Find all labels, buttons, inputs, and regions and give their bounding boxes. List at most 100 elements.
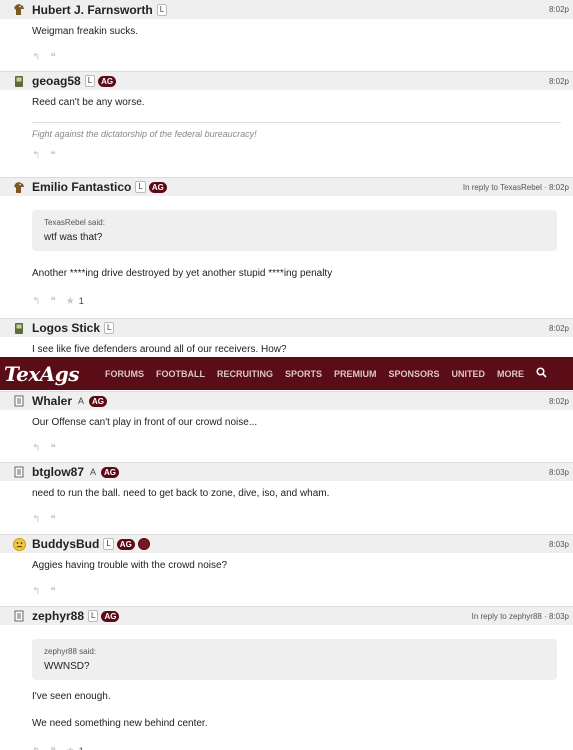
nav-united[interactable]: UNITED: [452, 369, 486, 379]
nav-recruiting[interactable]: RECRUITING: [217, 369, 273, 379]
post-time[interactable]: In reply to TexasRebel · 8:02p: [463, 183, 569, 192]
username[interactable]: BuddysBud: [32, 537, 99, 551]
badge-l: L: [104, 322, 115, 334]
badge-ag: AG: [98, 75, 117, 87]
post: zephyr88 L AG In reply to zephyr88 · 8:0…: [0, 606, 573, 750]
quote-icon[interactable]: ❝: [50, 150, 55, 161]
badge-l: L: [84, 75, 96, 87]
smiley-icon[interactable]: [12, 537, 26, 551]
post-actions: ↰ ❝: [32, 583, 561, 599]
post-actions: ↰ ❝ ★ 1: [32, 293, 561, 309]
post-header: Logos Stick L 8:02p: [0, 318, 573, 337]
post-text: Our Offense can't play in front of our c…: [32, 417, 258, 428]
reply-icon[interactable]: ↰: [32, 586, 40, 597]
quote-text: WWNSD?: [44, 661, 90, 672]
site-logo[interactable]: TexAgs: [0, 362, 105, 386]
badge-l: L: [135, 181, 146, 193]
post-time[interactable]: 8:02p: [549, 5, 569, 14]
horse-icon[interactable]: [12, 3, 26, 17]
post-time[interactable]: 8:03p: [549, 540, 569, 549]
badge-l: L: [88, 610, 99, 622]
signature: Fight against the dictatorship of the fe…: [32, 129, 257, 139]
username[interactable]: geoag58: [32, 74, 81, 88]
reply-icon[interactable]: ↰: [32, 443, 40, 454]
reply-icon[interactable]: ↰: [32, 746, 40, 750]
post-text: need to run the ball. need to get back t…: [32, 488, 330, 499]
post: btglow87 A AG 8:03p need to run the ball…: [0, 462, 573, 534]
quote-icon[interactable]: ❝: [50, 586, 55, 597]
quote-icon[interactable]: ❝: [50, 746, 55, 750]
quote-text: wtf was that?: [44, 232, 103, 243]
username[interactable]: Logos Stick: [32, 321, 100, 335]
nav-forums[interactable]: FORUMS: [105, 369, 144, 379]
post-time[interactable]: 8:02p: [549, 324, 569, 333]
signature-divider: [32, 122, 561, 123]
phone-icon[interactable]: [12, 321, 26, 335]
post-actions: ↰ ❝: [32, 440, 561, 456]
quote-author[interactable]: TexasRebel said:: [44, 218, 545, 228]
badge-a: A: [78, 396, 85, 406]
username[interactable]: btglow87: [32, 465, 84, 479]
nav-sports[interactable]: SPORTS: [285, 369, 322, 379]
badge-ag: AG: [89, 395, 108, 407]
username[interactable]: Hubert J. Farnsworth: [32, 3, 153, 17]
post-time[interactable]: 8:02p: [549, 397, 569, 406]
post-text: I see like five defenders around all of …: [32, 344, 287, 355]
star-icon[interactable]: ★: [66, 746, 75, 750]
post-header: geoag58 L AG 8:02p: [0, 71, 573, 90]
post-time[interactable]: 8:03p: [549, 468, 569, 477]
post: Logos Stick L 8:02p I see like five defe…: [0, 318, 573, 358]
star-count: 1: [78, 296, 84, 306]
badge-l: L: [156, 3, 168, 16]
phone-icon[interactable]: [12, 74, 26, 88]
post-header: Whaler A AG 8:02p: [0, 391, 573, 410]
username[interactable]: Whaler: [32, 394, 72, 408]
post: Emilio Fantastico L AG In reply to Texas…: [0, 177, 573, 318]
badge-ag: AG: [101, 610, 120, 622]
horse-icon[interactable]: [12, 180, 26, 194]
post-header: Emilio Fantastico L AG In reply to Texas…: [0, 177, 573, 196]
nav-sponsors[interactable]: SPONSORS: [389, 369, 440, 379]
badge-l: L: [103, 538, 114, 550]
reply-icon[interactable]: ↰: [32, 150, 40, 161]
star-count: 1: [79, 746, 84, 750]
star-icon[interactable]: ★: [66, 296, 75, 307]
post-text-2: We need something new behind center.: [32, 718, 208, 729]
quote-author[interactable]: zephyr88 said:: [44, 647, 545, 657]
badge-ag: AG: [101, 466, 120, 478]
doc-icon[interactable]: [12, 394, 26, 408]
username[interactable]: zephyr88: [32, 609, 84, 623]
post-header: BuddysBud L AG 8:03p: [0, 534, 573, 553]
doc-icon[interactable]: [12, 465, 26, 479]
post-time[interactable]: 8:02p: [549, 77, 569, 86]
post-text: Aggies having trouble with the crowd noi…: [32, 560, 228, 571]
reply-icon[interactable]: ↰: [32, 514, 40, 525]
quote-block: zephyr88 said: WWNSD?: [32, 639, 557, 680]
doc-icon[interactable]: [12, 609, 26, 623]
post: geoag58 L AG 8:02p Reed can't be any wor…: [0, 71, 573, 177]
post-header: Hubert J. Farnsworth L 8:02p: [0, 0, 573, 19]
badge-ag: AG: [148, 181, 167, 193]
nav-more[interactable]: MORE: [497, 369, 524, 379]
post-actions: ↰ ❝ ★ 1: [32, 743, 561, 750]
nav-premium[interactable]: PREMIUM: [334, 369, 377, 379]
post-text: Reed can't be any worse.: [32, 97, 145, 108]
post-actions: ↰ ❝: [32, 511, 561, 527]
post: BuddysBud L AG 8:03p Aggies having troub…: [0, 534, 573, 606]
post-text: I've seen enough.: [32, 691, 111, 702]
search-icon[interactable]: [536, 366, 547, 381]
quote-icon[interactable]: ❝: [50, 443, 55, 454]
reply-icon[interactable]: ↰: [32, 296, 40, 307]
badge-a: A: [90, 467, 97, 477]
post-header: btglow87 A AG 8:03p: [0, 462, 573, 481]
username[interactable]: Emilio Fantastico: [32, 180, 131, 194]
post-text: Another ****ing drive destroyed by yet a…: [32, 268, 333, 279]
reply-icon[interactable]: ↰: [32, 52, 40, 63]
quote-icon[interactable]: ❝: [50, 52, 55, 63]
nav-football[interactable]: FOOTBALL: [156, 369, 205, 379]
post-time[interactable]: In reply to zephyr88 · 8:03p: [472, 612, 569, 621]
quote-icon[interactable]: ❝: [50, 296, 55, 307]
post-text: Weigman freakin sucks.: [32, 26, 138, 37]
quote-icon[interactable]: ❝: [50, 514, 55, 525]
post: Hubert J. Farnsworth L 8:02p Weigman fre…: [0, 0, 573, 71]
